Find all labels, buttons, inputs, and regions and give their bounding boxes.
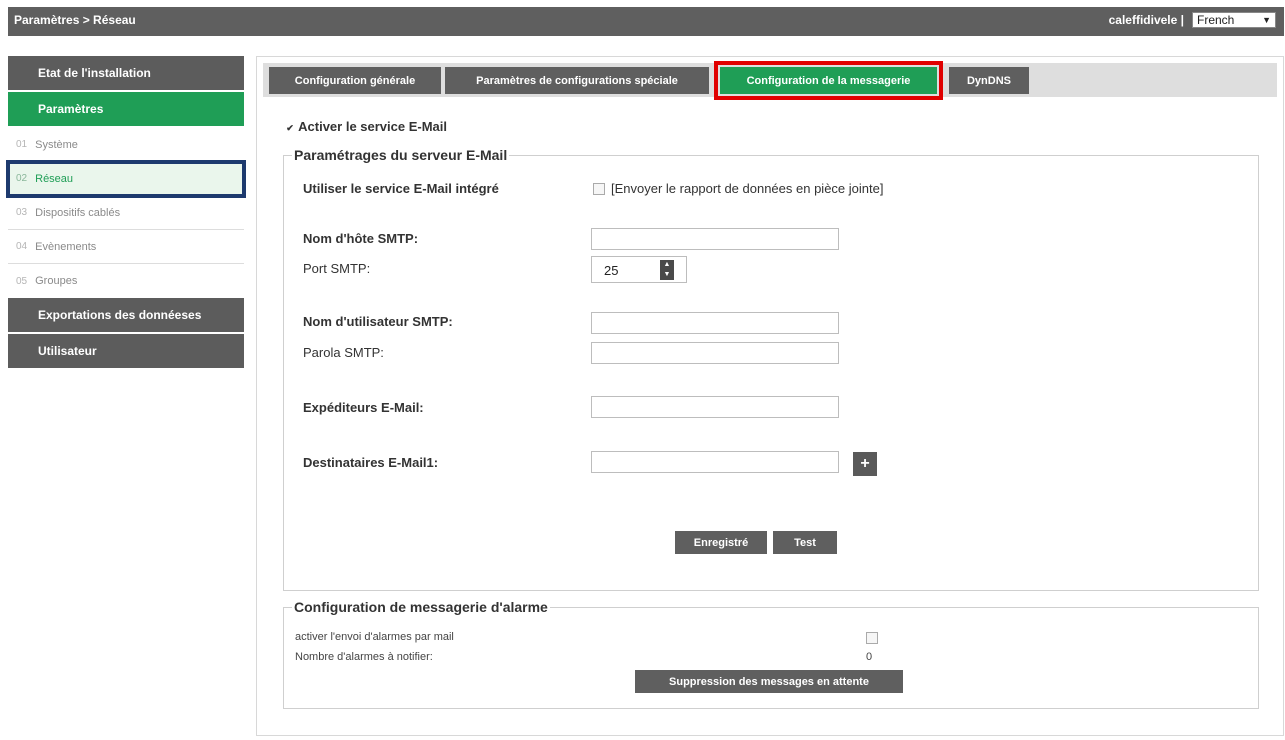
integrated-service-label: Utiliser le service E-Mail intégré <box>303 181 499 196</box>
smtp-host-input[interactable] <box>591 228 839 250</box>
sidebar-item-parameters[interactable]: Paramètres <box>8 92 244 126</box>
tab-messaging-configuration[interactable]: Configuration de la messagerie <box>714 61 943 100</box>
email-sender-label: Expéditeurs E-Mail: <box>303 400 424 415</box>
enable-email-checkbox[interactable]: ✔ <box>285 123 295 133</box>
sidebar-item-number: 04 <box>16 241 28 252</box>
sidebar-item-data-export[interactable]: Exportations des donnéeses <box>8 298 244 332</box>
tab-special-configuration[interactable]: Paramètres de configurations spéciale <box>445 67 709 94</box>
enable-email-label: Activer le service E-Mail <box>298 119 447 134</box>
sidebar-item-number: 02 <box>16 173 28 184</box>
sidebar-item-system[interactable]: 01 Système <box>8 128 244 162</box>
alarm-enable-checkbox[interactable] <box>866 632 878 644</box>
sidebar: Etat de l'installation Paramètres 01 Sys… <box>6 56 246 370</box>
sidebar-item-number: 03 <box>16 207 28 218</box>
email-recipient-label: Destinataires E-Mail1: <box>303 455 439 470</box>
sidebar-item-events[interactable]: 04 Evènements <box>8 230 244 264</box>
sidebar-item-wired-devices[interactable]: 03 Dispositifs cablés <box>8 196 244 230</box>
test-button[interactable]: Test <box>773 531 837 554</box>
smtp-port-stepper[interactable]: 25 ▲ ▼ <box>591 256 687 283</box>
smtp-host-label: Nom d'hôte SMTP: <box>303 231 419 246</box>
sidebar-item-network[interactable]: 02 Réseau <box>6 160 246 198</box>
user-name[interactable]: caleffidivele | <box>1109 13 1184 27</box>
email-sender-input[interactable] <box>591 396 839 418</box>
sidebar-item-label: Evènements <box>35 240 97 253</box>
delete-pending-messages-button[interactable]: Suppression des messages en attente <box>635 670 903 693</box>
chevron-down-icon: ▼ <box>1262 15 1271 25</box>
smtp-user-label: Nom d'utilisateur SMTP: <box>303 314 453 329</box>
tab-general-configuration[interactable]: Configuration générale <box>269 67 441 94</box>
sidebar-item-label: Réseau <box>35 172 74 185</box>
smtp-port-label: Port SMTP: <box>303 261 371 276</box>
sidebar-item-number: 05 <box>16 275 28 287</box>
sidebar-item-label: Dispositifs cablés <box>35 206 121 219</box>
smtp-port-value: 25 <box>604 263 619 278</box>
spinner-arrows-icon[interactable]: ▲ ▼ <box>660 260 674 280</box>
email-recipient-input[interactable] <box>591 451 839 473</box>
main-panel: Configuration générale Paramètres de con… <box>256 56 1284 736</box>
sidebar-item-user[interactable]: Utilisateur <box>8 334 244 368</box>
sidebar-item-label: Système <box>35 138 78 151</box>
tab-bar: Configuration générale Paramètres de con… <box>263 61 1277 100</box>
email-server-legend: Paramétrages du serveur E-Mail <box>294 147 508 163</box>
smtp-password-label: Parola SMTP: <box>303 345 384 360</box>
alarm-count-label: Nombre d'alarmes à notifier: <box>295 651 433 663</box>
top-bar: Paramètres > Réseau caleffidivele | Fren… <box>8 7 1284 36</box>
enable-email-row: ✔ Activer le service E-Mail <box>285 119 447 134</box>
smtp-password-input[interactable] <box>591 342 839 364</box>
sidebar-item-label: Groupes <box>35 275 78 287</box>
tab-dyndns[interactable]: DynDNS <box>949 67 1029 94</box>
language-select[interactable]: French ▼ <box>1192 12 1276 28</box>
breadcrumb: Paramètres > Réseau <box>14 13 136 27</box>
alarm-count-value: 0 <box>866 651 873 663</box>
save-button[interactable]: Enregistré <box>675 531 767 554</box>
sidebar-item-installation-state[interactable]: Etat de l'installation <box>8 56 244 90</box>
alarm-enable-label: activer l'envoi d'alarmes par mail <box>295 631 454 643</box>
smtp-user-input[interactable] <box>591 312 839 334</box>
email-server-settings: Paramétrages du serveur E-Mail <box>283 147 1259 591</box>
sidebar-item-number: 01 <box>16 139 28 150</box>
language-value: French <box>1197 13 1235 27</box>
attach-report-checkbox[interactable] <box>593 183 605 195</box>
attach-report-label: [Envoyer le rapport de données en pièce … <box>611 181 884 196</box>
sidebar-item-groups[interactable]: 05 Groupes <box>8 264 244 298</box>
alarm-messaging-legend: Configuration de messagerie d'alarme <box>294 599 548 615</box>
add-recipient-button[interactable]: + <box>853 452 877 476</box>
